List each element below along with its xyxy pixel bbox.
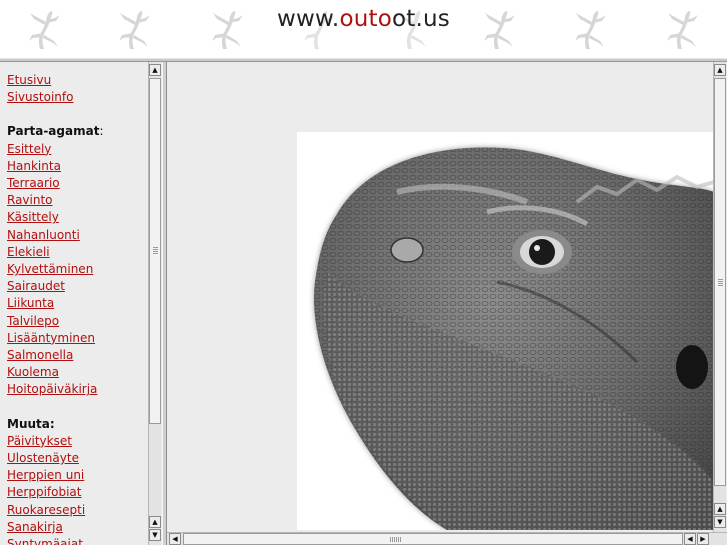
- scroll-down-button[interactable]: ▼: [714, 516, 726, 528]
- nav-link-lisaantyminen[interactable]: Lisääntyminen: [7, 330, 147, 347]
- site-title-highlight: outo: [339, 6, 392, 32]
- nav-scrollbar[interactable]: ▲ ▲ ▼: [148, 62, 161, 545]
- arrow-right-icon: ▶: [700, 535, 706, 543]
- nav-link-ulostenayte[interactable]: Ulostenäyte: [7, 450, 147, 467]
- scroll-up-button[interactable]: ▲: [149, 516, 161, 528]
- nav-scrollbar-thumb[interactable]: [149, 78, 161, 424]
- nav-frame: Etusivu Sivustoinfo Parta-agamat: Esitte…: [0, 62, 162, 545]
- site-title-prefix: www.: [277, 6, 340, 32]
- main-hscrollbar-thumb[interactable]: [183, 533, 683, 545]
- nav-link-ruokaresepti[interactable]: Ruokaresepti: [7, 502, 147, 519]
- nav-heading-parta-agamat: Parta-agamat:: [7, 123, 147, 140]
- site-title-suffix: ot.us: [392, 6, 450, 32]
- scroll-left-button[interactable]: ◀: [169, 533, 181, 545]
- site-header: www.outoot.us: [0, 0, 727, 58]
- arrow-down-icon: ▼: [152, 531, 158, 539]
- nav-link-sanakirja[interactable]: Sanakirja: [7, 519, 147, 536]
- nav-link-nahanluonti[interactable]: Nahanluonti: [7, 227, 147, 244]
- nav-link-herppien-uni[interactable]: Herppien uni: [7, 467, 147, 484]
- scroll-up-button[interactable]: ▲: [149, 64, 161, 76]
- nav-link-liikunta[interactable]: Liikunta: [7, 295, 147, 312]
- arrow-up-icon: ▲: [152, 66, 158, 74]
- nav-link-herppifobiat[interactable]: Herppifobiat: [7, 484, 147, 501]
- nav-link-elekieli[interactable]: Elekieli: [7, 244, 147, 261]
- nav-link-sivustoinfo[interactable]: Sivustoinfo: [7, 89, 147, 106]
- arrow-up-icon: ▲: [152, 518, 158, 526]
- arrow-up-icon: ▲: [717, 505, 723, 513]
- main-frame: ▲ ▲ ▼ ◀ ◀ ▶: [167, 62, 727, 545]
- grip-icon: [153, 247, 158, 255]
- nav-link-sairaudet[interactable]: Sairaudet: [7, 278, 147, 295]
- nav-link-syntymaajat[interactable]: Syntymäajat: [7, 536, 147, 545]
- nav-heading-label: Parta-agamat: [7, 124, 100, 139]
- nav-heading-muuta: Muuta:: [7, 416, 55, 431]
- nav-link-kasittely[interactable]: Käsittely: [7, 209, 147, 226]
- nav-heading-colon: :: [99, 124, 104, 139]
- arrow-down-icon: ▼: [717, 518, 723, 526]
- main-scrollbar[interactable]: ▲ ▲ ▼: [713, 62, 726, 532]
- nav-link-kuolema[interactable]: Kuolema: [7, 364, 147, 381]
- nav-link-salmonella[interactable]: Salmonella: [7, 347, 147, 364]
- nav-link-hoitopaivakirja[interactable]: Hoitopäiväkirja: [7, 381, 147, 398]
- nav-link-hankinta[interactable]: Hankinta: [7, 158, 147, 175]
- scroll-up-button[interactable]: ▲: [714, 503, 726, 515]
- scroll-right-button[interactable]: ▶: [697, 533, 709, 545]
- nav-link-kylvettaminen[interactable]: Kylvettäminen: [7, 261, 147, 278]
- arrow-left-icon: ◀: [172, 535, 178, 543]
- grip-icon: [390, 537, 402, 542]
- nav-link-talvilepo[interactable]: Talvilepo: [7, 313, 147, 330]
- arrow-left-icon: ◀: [687, 535, 693, 543]
- scroll-left-button[interactable]: ◀: [684, 533, 696, 545]
- lizard-head-image: [314, 147, 714, 530]
- nav-link-paivitykset[interactable]: Päivitykset: [7, 433, 147, 450]
- nav-menu: Etusivu Sivustoinfo Parta-agamat: Esitte…: [7, 72, 147, 545]
- nav-link-terraario[interactable]: Terraario: [7, 175, 147, 192]
- scroll-up-button[interactable]: ▲: [714, 64, 726, 76]
- main-scrollbar-thumb[interactable]: [714, 78, 726, 486]
- main-horizontal-scrollbar[interactable]: ◀ ◀ ▶: [167, 532, 727, 545]
- nav-link-esittely[interactable]: Esittely: [7, 141, 147, 158]
- scroll-down-button[interactable]: ▼: [149, 529, 161, 541]
- grip-icon: [718, 279, 723, 287]
- arrow-up-icon: ▲: [717, 66, 723, 74]
- site-title: www.outoot.us: [0, 6, 727, 32]
- nav-link-etusivu[interactable]: Etusivu: [7, 72, 147, 89]
- bearded-dragon-photo: [297, 132, 714, 530]
- nav-link-ravinto[interactable]: Ravinto: [7, 192, 147, 209]
